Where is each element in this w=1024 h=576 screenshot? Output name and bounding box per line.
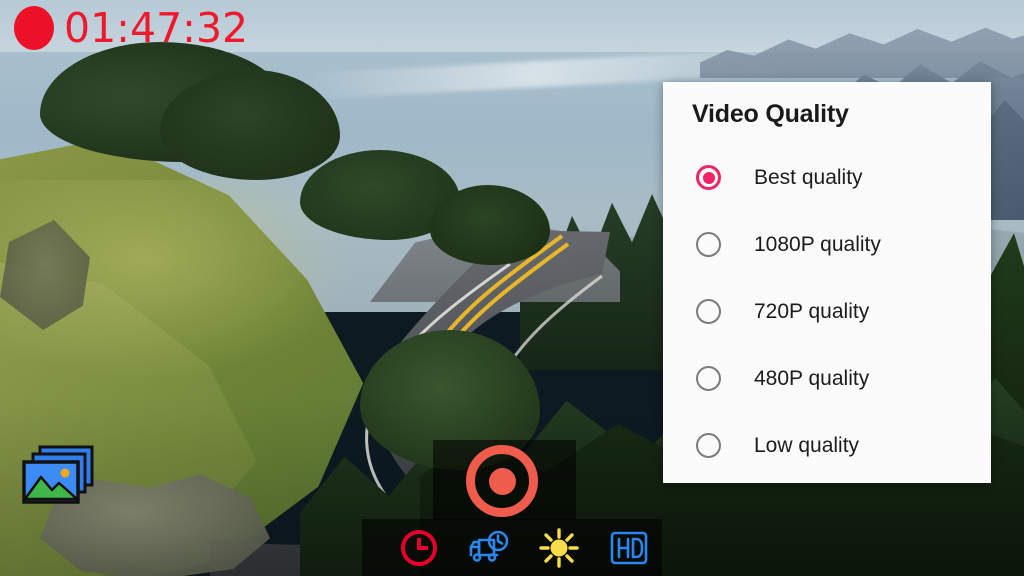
elapsed-time-label: 01:47:32: [64, 3, 249, 52]
radio-button-icon[interactable]: [696, 366, 721, 391]
scheduled-recording-tool-button[interactable]: [466, 525, 512, 571]
app-screen: 01:47:32 Video Quality Best quality 1080…: [0, 0, 1024, 576]
quality-option-720p[interactable]: 720P quality: [663, 278, 991, 345]
hd-tool-button[interactable]: [606, 525, 652, 571]
radio-button-icon[interactable]: [696, 232, 721, 257]
quality-option-label: 720P quality: [754, 299, 870, 323]
brightness-tool-button[interactable]: [536, 525, 582, 571]
clock-icon: [401, 529, 437, 566]
record-dot-icon: [14, 6, 54, 50]
gallery-photos-icon: [22, 445, 94, 504]
bottom-toolbar: [362, 519, 662, 576]
sun-brightness-icon: [539, 527, 579, 568]
record-button-icon: [488, 467, 516, 495]
recording-timer: 01:47:32: [14, 6, 248, 50]
quality-option-low[interactable]: Low quality: [663, 412, 991, 479]
quality-option-label: 1080P quality: [754, 232, 881, 256]
quality-options-list: Best quality 1080P quality 720P quality …: [663, 144, 991, 479]
record-button[interactable]: [466, 445, 538, 517]
quality-option-label: 480P quality: [754, 366, 870, 390]
timer-tool-button[interactable]: [396, 525, 442, 571]
quality-option-label: Best quality: [754, 165, 863, 189]
gallery-button[interactable]: [18, 441, 98, 513]
truck-clock-icon: [469, 530, 509, 562]
radio-button-icon[interactable]: [696, 299, 721, 324]
quality-option-480p[interactable]: 480P quality: [663, 345, 991, 412]
quality-option-label: Low quality: [754, 433, 860, 457]
quality-option-1080p[interactable]: 1080P quality: [663, 211, 991, 278]
video-quality-dialog: Video Quality Best quality 1080P quality…: [663, 82, 991, 483]
dialog-title: Video Quality: [692, 100, 849, 128]
radio-button-icon[interactable]: [696, 165, 721, 190]
hd-badge-icon: [610, 531, 648, 564]
radio-button-icon[interactable]: [696, 433, 721, 458]
quality-option-best[interactable]: Best quality: [663, 144, 991, 211]
